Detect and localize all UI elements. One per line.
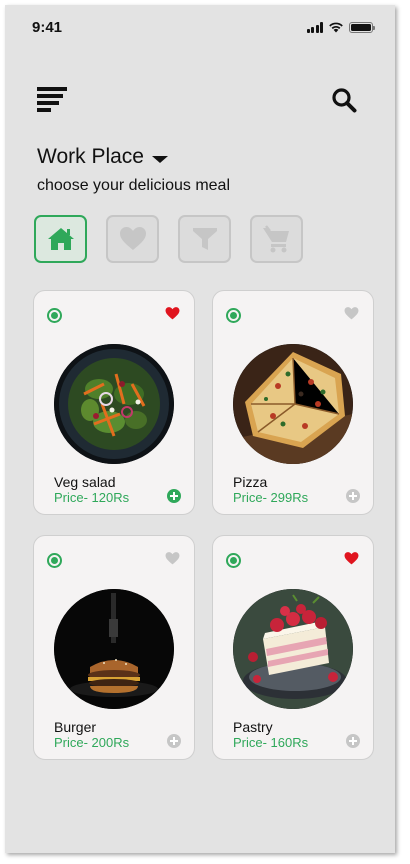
food-card[interactable]: Pastry Price- 160Rs bbox=[212, 535, 374, 760]
battery-icon bbox=[349, 21, 375, 33]
food-card[interactable]: Pizza Price- 299Rs bbox=[212, 290, 374, 515]
food-price: Price- 200Rs bbox=[54, 735, 130, 750]
food-name: Burger bbox=[54, 719, 97, 735]
veg-salad-image bbox=[54, 344, 174, 464]
add-to-cart-icon[interactable] bbox=[346, 734, 360, 748]
add-to-cart-icon[interactable] bbox=[167, 734, 181, 748]
veg-indicator-icon bbox=[47, 553, 62, 568]
favorite-heart-icon[interactable] bbox=[344, 306, 359, 321]
wifi-icon bbox=[329, 22, 343, 33]
food-card[interactable]: Veg salad Price- 120Rs bbox=[33, 290, 195, 515]
location-selector[interactable]: Work Place bbox=[37, 145, 168, 169]
favorite-heart-icon[interactable] bbox=[344, 551, 359, 566]
status-bar: 9:41 bbox=[5, 5, 395, 49]
caret-down-icon bbox=[151, 155, 168, 163]
cart-icon bbox=[262, 225, 289, 253]
search-icon[interactable] bbox=[331, 87, 357, 113]
status-icons bbox=[306, 21, 375, 33]
add-to-cart-icon[interactable] bbox=[346, 489, 360, 503]
food-price: Price- 299Rs bbox=[233, 490, 309, 505]
cellular-signal-icon bbox=[306, 21, 323, 33]
location-label: Work Place bbox=[37, 145, 144, 168]
veg-indicator-icon bbox=[226, 553, 241, 568]
filter-home-button[interactable] bbox=[34, 215, 87, 263]
veg-indicator-icon bbox=[47, 308, 62, 323]
heart-icon bbox=[119, 227, 146, 250]
add-to-cart-icon[interactable] bbox=[167, 489, 181, 503]
food-price: Price- 160Rs bbox=[233, 735, 309, 750]
veg-indicator-icon bbox=[226, 308, 241, 323]
home-icon bbox=[47, 228, 74, 250]
filter-cart-button[interactable] bbox=[250, 215, 303, 263]
favorite-heart-icon[interactable] bbox=[165, 306, 180, 321]
food-card[interactable]: Burger Price- 200Rs bbox=[33, 535, 195, 760]
food-name: Pastry bbox=[233, 719, 273, 735]
filter-icon bbox=[192, 228, 217, 250]
pastry-image bbox=[233, 589, 353, 709]
menu-button[interactable] bbox=[37, 87, 67, 113]
favorite-heart-icon[interactable] bbox=[165, 551, 180, 566]
food-price: Price- 120Rs bbox=[54, 490, 130, 505]
burger-image bbox=[54, 589, 174, 709]
filter-favorites-button[interactable] bbox=[106, 215, 159, 263]
page-subtitle: choose your delicious meal bbox=[37, 177, 230, 194]
status-time: 9:41 bbox=[32, 19, 63, 36]
filter-sort-button[interactable] bbox=[178, 215, 231, 263]
phone-screen: 9:41 Work Place choose your delicious me… bbox=[5, 5, 395, 853]
pizza-image bbox=[233, 344, 353, 464]
food-name: Veg salad bbox=[54, 474, 116, 490]
filter-bar bbox=[34, 215, 303, 263]
food-name: Pizza bbox=[233, 474, 268, 490]
